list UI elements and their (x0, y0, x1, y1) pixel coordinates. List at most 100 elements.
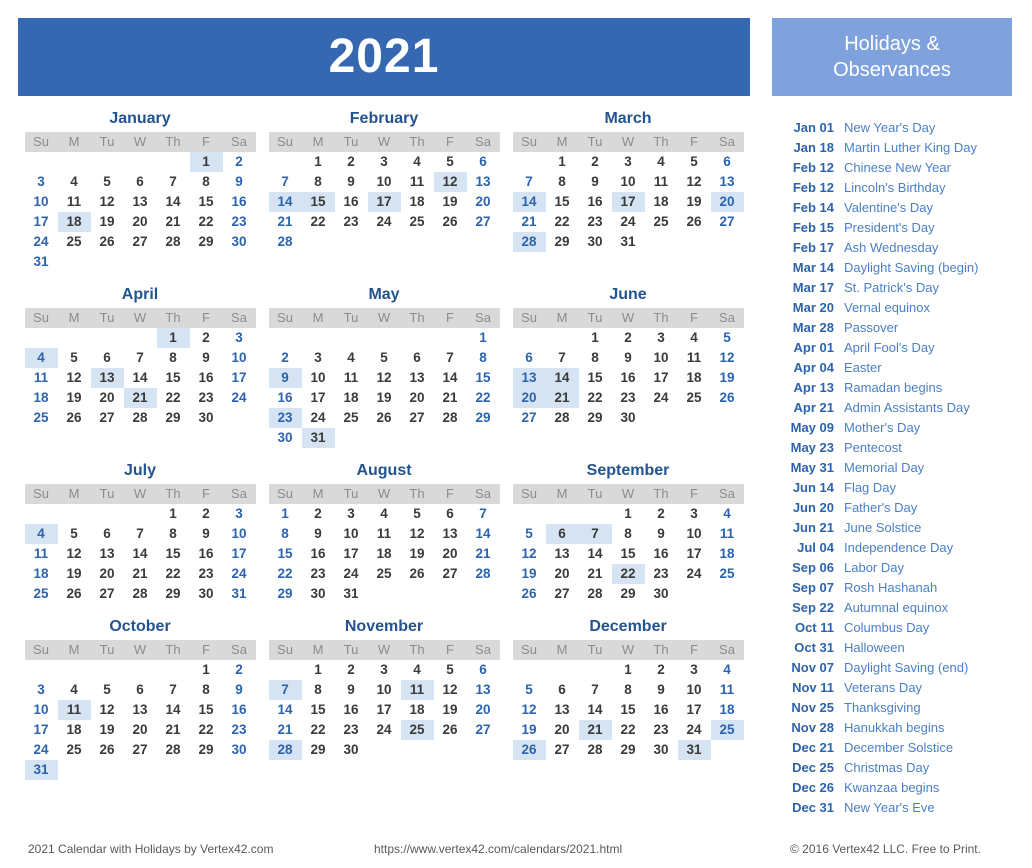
day-cell[interactable]: 25 (25, 584, 58, 604)
day-cell[interactable]: 16 (302, 544, 335, 564)
day-cell[interactable]: 24 (25, 740, 58, 760)
day-cell[interactable]: 2 (612, 328, 645, 348)
day-cell[interactable]: 28 (512, 232, 546, 252)
day-cell[interactable]: 5 (91, 172, 124, 192)
day-cell[interactable]: 14 (268, 192, 302, 212)
day-cell[interactable]: 22 (612, 720, 645, 740)
day-cell[interactable]: 29 (157, 584, 190, 604)
day-cell[interactable]: 5 (678, 152, 711, 172)
day-cell[interactable]: 19 (513, 720, 546, 740)
day-cell[interactable]: 12 (433, 172, 467, 192)
day-cell[interactable]: 7 (268, 680, 302, 700)
day-cell[interactable]: 31 (301, 428, 335, 448)
day-cell[interactable]: 28 (157, 232, 190, 252)
day-cell[interactable]: 27 (124, 740, 157, 760)
day-cell[interactable]: 15 (269, 544, 302, 564)
day-cell[interactable]: 18 (57, 212, 91, 232)
day-cell[interactable]: 10 (645, 348, 678, 368)
day-cell[interactable]: 8 (467, 348, 500, 368)
day-cell[interactable]: 30 (612, 408, 645, 428)
day-cell[interactable]: 22 (190, 212, 223, 232)
day-cell[interactable]: 13 (467, 172, 500, 192)
day-cell[interactable]: 17 (25, 212, 58, 232)
day-cell[interactable]: 24 (223, 564, 256, 584)
day-cell[interactable]: 13 (711, 172, 744, 192)
day-cell[interactable]: 4 (401, 152, 434, 172)
day-cell[interactable]: 16 (190, 544, 223, 564)
day-cell[interactable]: 5 (513, 524, 546, 544)
day-cell[interactable]: 4 (335, 348, 368, 368)
day-cell[interactable]: 11 (368, 524, 401, 544)
day-cell[interactable]: 20 (467, 700, 500, 720)
day-cell[interactable]: 21 (124, 564, 157, 584)
day-cell[interactable]: 29 (269, 584, 302, 604)
day-cell[interactable]: 9 (302, 524, 335, 544)
day-cell[interactable]: 28 (124, 584, 157, 604)
day-cell[interactable]: 19 (91, 212, 124, 232)
day-cell[interactable]: 5 (434, 660, 467, 680)
day-cell[interactable]: 27 (513, 408, 546, 428)
day-cell[interactable]: 23 (645, 564, 678, 584)
day-cell[interactable]: 27 (546, 584, 579, 604)
day-cell[interactable]: 6 (513, 348, 546, 368)
day-cell[interactable]: 22 (157, 388, 190, 408)
day-cell[interactable]: 13 (546, 700, 579, 720)
day-cell[interactable]: 4 (711, 660, 744, 680)
day-cell[interactable]: 11 (711, 680, 744, 700)
day-cell[interactable]: 19 (368, 388, 401, 408)
day-cell[interactable]: 24 (368, 212, 401, 232)
day-cell[interactable]: 6 (467, 152, 500, 172)
day-cell[interactable]: 13 (434, 524, 467, 544)
day-cell[interactable]: 14 (124, 368, 157, 388)
day-cell[interactable]: 21 (434, 388, 467, 408)
day-cell[interactable]: 14 (579, 544, 612, 564)
day-cell[interactable]: 30 (223, 740, 256, 760)
day-cell[interactable]: 29 (546, 232, 579, 252)
day-cell[interactable]: 15 (612, 700, 645, 720)
day-cell[interactable]: 17 (368, 700, 401, 720)
day-cell[interactable]: 30 (269, 428, 302, 448)
day-cell[interactable]: 9 (190, 348, 223, 368)
day-cell[interactable]: 18 (401, 700, 434, 720)
day-cell[interactable]: 28 (124, 408, 157, 428)
day-cell[interactable]: 11 (400, 680, 434, 700)
day-cell[interactable]: 22 (157, 564, 190, 584)
day-cell[interactable]: 13 (546, 544, 579, 564)
day-cell[interactable]: 17 (335, 544, 368, 564)
day-cell[interactable]: 2 (223, 152, 256, 172)
day-cell[interactable]: 14 (157, 700, 190, 720)
day-cell[interactable]: 20 (546, 720, 579, 740)
day-cell[interactable]: 9 (223, 680, 256, 700)
day-cell[interactable]: 21 (269, 212, 302, 232)
day-cell[interactable]: 27 (711, 212, 744, 232)
day-cell[interactable]: 31 (335, 584, 368, 604)
day-cell[interactable]: 18 (368, 544, 401, 564)
day-cell[interactable]: 26 (91, 232, 124, 252)
day-cell[interactable]: 11 (678, 348, 711, 368)
day-cell[interactable]: 25 (678, 388, 711, 408)
day-cell[interactable]: 30 (190, 584, 223, 604)
day-cell[interactable]: 15 (157, 544, 190, 564)
day-cell[interactable]: 9 (645, 524, 678, 544)
day-cell[interactable]: 23 (223, 212, 256, 232)
day-cell[interactable]: 3 (645, 328, 678, 348)
day-cell[interactable]: 10 (302, 368, 335, 388)
day-cell[interactable]: 28 (579, 740, 612, 760)
day-cell[interactable]: 27 (546, 740, 579, 760)
day-cell[interactable]: 11 (401, 172, 434, 192)
day-cell[interactable]: 29 (190, 740, 223, 760)
day-cell[interactable]: 1 (269, 504, 302, 524)
day-cell[interactable]: 6 (91, 348, 124, 368)
day-cell[interactable]: 2 (645, 504, 678, 524)
day-cell[interactable]: 4 (678, 328, 711, 348)
day-cell[interactable]: 7 (124, 524, 157, 544)
day-cell[interactable]: 30 (579, 232, 612, 252)
day-cell[interactable]: 17 (611, 192, 645, 212)
day-cell[interactable]: 30 (302, 584, 335, 604)
day-cell[interactable]: 2 (645, 660, 678, 680)
day-cell[interactable]: 11 (25, 544, 58, 564)
day-cell[interactable]: 23 (579, 212, 612, 232)
day-cell[interactable]: 31 (24, 760, 58, 780)
day-cell[interactable]: 5 (401, 504, 434, 524)
day-cell[interactable]: 2 (190, 328, 223, 348)
